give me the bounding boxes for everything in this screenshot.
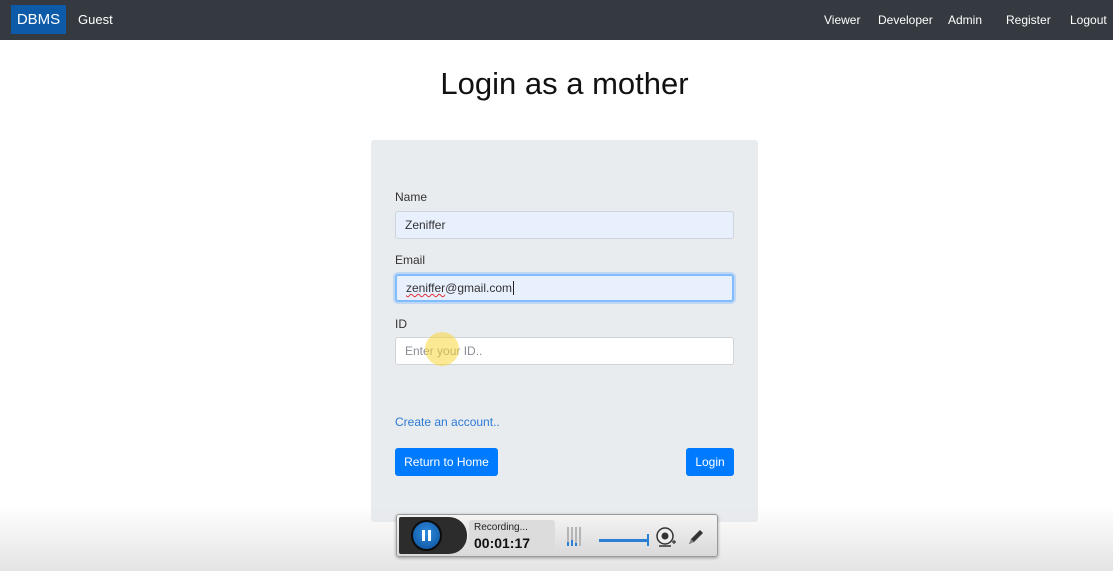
name-field-value: Zeniffer	[405, 218, 446, 232]
login-button[interactable]: Login	[686, 448, 734, 476]
screen-recorder-toolbar: Recording... 00:01:17	[396, 514, 718, 557]
email-value-rest: @gmail.com	[445, 281, 513, 295]
recording-status-text: Recording...	[474, 522, 528, 533]
nav-link-register[interactable]: Register	[1006, 13, 1051, 27]
pause-icon-bar-right	[428, 530, 431, 541]
nav-link-admin[interactable]: Admin	[948, 13, 982, 27]
brand-logo[interactable]: DBMS	[11, 5, 66, 34]
pen-icon[interactable]	[685, 526, 707, 548]
audio-level-icon	[567, 527, 583, 546]
name-label: Name	[395, 190, 428, 204]
recording-status-panel: Recording... 00:01:17	[469, 520, 555, 552]
cursor-highlight	[425, 332, 459, 366]
nav-link-developer[interactable]: Developer	[878, 13, 933, 27]
return-home-button[interactable]: Return to Home	[395, 448, 498, 476]
pause-button[interactable]	[411, 520, 442, 551]
email-value-misspelled-part: zeniffer	[406, 281, 446, 295]
login-card: Name Zeniffer Email zeniffer @gmail.com I…	[371, 140, 758, 522]
name-field[interactable]: Zeniffer	[395, 211, 734, 239]
nav-link-logout[interactable]: Logout	[1070, 13, 1107, 27]
webcam-icon[interactable]	[655, 526, 677, 548]
current-user-label: Guest	[78, 12, 113, 27]
top-navbar: DBMS Guest Viewer Developer Admin Regist…	[0, 0, 1113, 40]
nav-link-viewer[interactable]: Viewer	[824, 13, 860, 27]
id-label: ID	[395, 317, 407, 331]
email-field[interactable]: zeniffer @gmail.com	[395, 274, 734, 302]
text-caret	[513, 281, 515, 295]
volume-slider-handle[interactable]	[647, 534, 649, 546]
recording-elapsed-time: 00:01:17	[474, 535, 531, 551]
create-account-link[interactable]: Create an account..	[395, 415, 500, 429]
page-title: Login as a mother	[440, 66, 689, 101]
email-label: Email	[395, 253, 426, 267]
pause-icon-bar-left	[422, 530, 425, 541]
recorder-control-area	[399, 517, 467, 554]
volume-slider[interactable]	[599, 539, 649, 542]
